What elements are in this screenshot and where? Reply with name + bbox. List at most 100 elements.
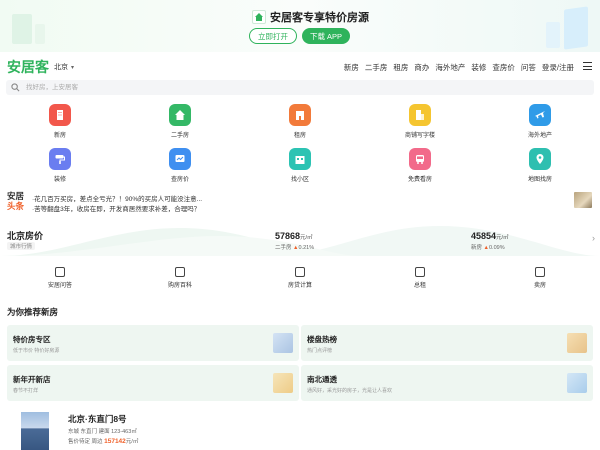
building-icon [49,104,71,126]
chevron-down-icon: ▾ [71,65,75,71]
card-hot-list[interactable]: 楼盘热榜 热门点评榜 [301,325,593,361]
chevron-right-icon[interactable]: › [592,233,595,243]
building-illustration-icon [567,373,587,393]
news-item[interactable]: ·花几百万买房，差点全亏光？！90%的买房人可能没注意... [32,193,202,203]
category-label: 找小区 [290,177,309,183]
second-hand-price-value: 57868 [275,231,301,241]
card-subtitle: 春节不打烊 [13,388,39,394]
site-logo[interactable]: 安居客 [7,57,49,77]
card-title: 楼盘热榜 [307,335,337,344]
second-hand-change-value: 0.21% [298,245,315,251]
search-icon [11,83,20,92]
tool-mortgage-calc[interactable]: 房贷计算 [270,267,330,289]
city-name: 北京 [54,64,68,71]
tool-sell[interactable]: 卖房 [510,267,570,289]
listing-item[interactable]: 北京·东直门8号 东城 东直门 建面 123-463㎡ 售价待定 周边 1571… [0,404,600,450]
top-header: 安居客 北京 ▾ 新房 二手房 租房 商办 海外地产 装修 查房价 问答 登录/注… [0,56,600,76]
nav-item-qa[interactable]: 问答 [521,62,536,73]
category-decoration[interactable]: 装修 [20,148,100,183]
price-title: 北京房价 [7,231,44,241]
nav-item-price-check[interactable]: 查房价 [492,62,515,73]
category-free-viewing[interactable]: 免费看房 [380,148,460,183]
nav-item-second-hand[interactable]: 二手房 [365,62,388,73]
card-new-year[interactable]: 新年开新店 春节不打烊 [7,365,299,401]
search-bar[interactable] [6,80,594,95]
search-input[interactable] [26,81,526,94]
category-label: 海外地产 [527,133,552,139]
news-brand-bottom: 头条 [7,201,25,211]
tool-rent[interactable]: 总租 [390,267,450,289]
price-tag-illustration-icon [273,333,293,353]
menu-icon[interactable] [583,62,592,70]
download-app-button[interactable]: 下载 APP [302,28,350,44]
office-icon [409,104,431,126]
new-home-price-value: 45854 [471,231,497,241]
sell-house-icon [535,267,545,277]
price-tag: 城市行情 [7,242,36,250]
promo-banner: 安居客专享特价房源 立即打开 下载 APP [0,0,600,52]
nav-item-new-homes[interactable]: 新房 [344,62,359,73]
nav-item-overseas[interactable]: 海外地产 [435,62,465,73]
category-label: 商铺写字楼 [404,133,435,139]
new-home-change: 新房 ▲0.09% [471,243,505,251]
building-decoration [35,24,45,44]
card-subtitle: 低于市价 特价好房源 [13,348,60,354]
news-item[interactable]: ·苦等翻盘3年，收房在即，开发商居然要求补差，合理吗？ [32,203,200,213]
category-second-hand[interactable]: 二手房 [140,104,220,139]
tool-encyclopedia[interactable]: 购房百科 [150,267,210,289]
category-label: 装修 [53,177,66,183]
category-rent[interactable]: 租房 [260,104,340,139]
listing-price-value: 157142 [104,438,126,445]
card-north-south[interactable]: 南北通透 通风好，采光好的房子，光是让人喜欢 [301,365,593,401]
nav-item-commercial[interactable]: 商办 [414,62,429,73]
city-price-panel[interactable]: 北京房价 城市行情 57868元/㎡ 二手房 ▲0.21% 45854元/㎡ 新… [0,222,600,256]
book-icon [175,267,185,277]
new-home-price: 45854元/㎡ [471,231,509,241]
news-thumbnail[interactable] [574,192,592,208]
rent-icon [415,267,425,277]
question-icon [55,267,65,277]
news-brand-top: 安居 [7,191,25,201]
tool-qa[interactable]: 安居问答 [30,267,90,289]
category-label: 免费看房 [407,177,432,183]
second-hand-change: 二手房 ▲0.21% [275,243,314,251]
card-subtitle: 通风好，采光好的房子，光是让人喜欢 [307,388,393,394]
category-community[interactable]: 找小区 [260,148,340,183]
second-hand-price: 57868元/㎡ [275,231,313,241]
listing-price-label: 售价待定 [68,439,91,445]
recommend-title: 为你推荐新房 [7,307,59,317]
nav-item-login[interactable]: 登录/注册 [542,62,574,73]
nav-item-decoration[interactable]: 装修 [471,62,486,73]
tool-label: 卖房 [533,283,546,289]
app-logo-icon [252,10,266,24]
nav-item-rent[interactable]: 租房 [393,62,408,73]
card-title: 新年开新店 [13,375,51,384]
listing-area: 建面 123-463㎡ [98,429,137,435]
category-label: 查房价 [170,177,189,183]
listing-thumbnail[interactable] [21,412,49,450]
second-hand-label: 二手房 [275,245,292,251]
category-new-homes[interactable]: 新房 [20,104,100,139]
second-hand-price-unit: 元/㎡ [300,235,313,241]
category-commercial[interactable]: 商铺写字楼 [380,104,460,139]
card-subtitle: 热门点评榜 [307,348,333,354]
listing-near-label: 周边 [91,439,103,445]
open-app-button[interactable]: 立即打开 [249,28,297,44]
tool-label: 房贷计算 [287,283,312,289]
category-map-search[interactable]: 地图找房 [500,148,580,183]
listing-title[interactable]: 北京·东直门8号 [68,413,127,425]
tool-label: 安居问答 [47,283,72,289]
house-icon [169,104,191,126]
category-price-check[interactable]: 查房价 [140,148,220,183]
category-label: 新房 [53,133,66,139]
card-special-price[interactable]: 特价房专区 低于市价 特价好房源 [7,325,299,361]
shop-illustration-icon [273,373,293,393]
key-building-icon [289,104,311,126]
new-home-change-value: 0.09% [489,245,505,251]
promo-title: 安居客专享特价房源 [270,12,369,24]
trophy-illustration-icon [567,333,587,353]
category-overseas[interactable]: 海外地产 [500,104,580,139]
city-selector[interactable]: 北京 ▾ [54,62,74,72]
listing-location: 东城 东直门 [68,429,98,435]
community-icon [289,148,311,170]
